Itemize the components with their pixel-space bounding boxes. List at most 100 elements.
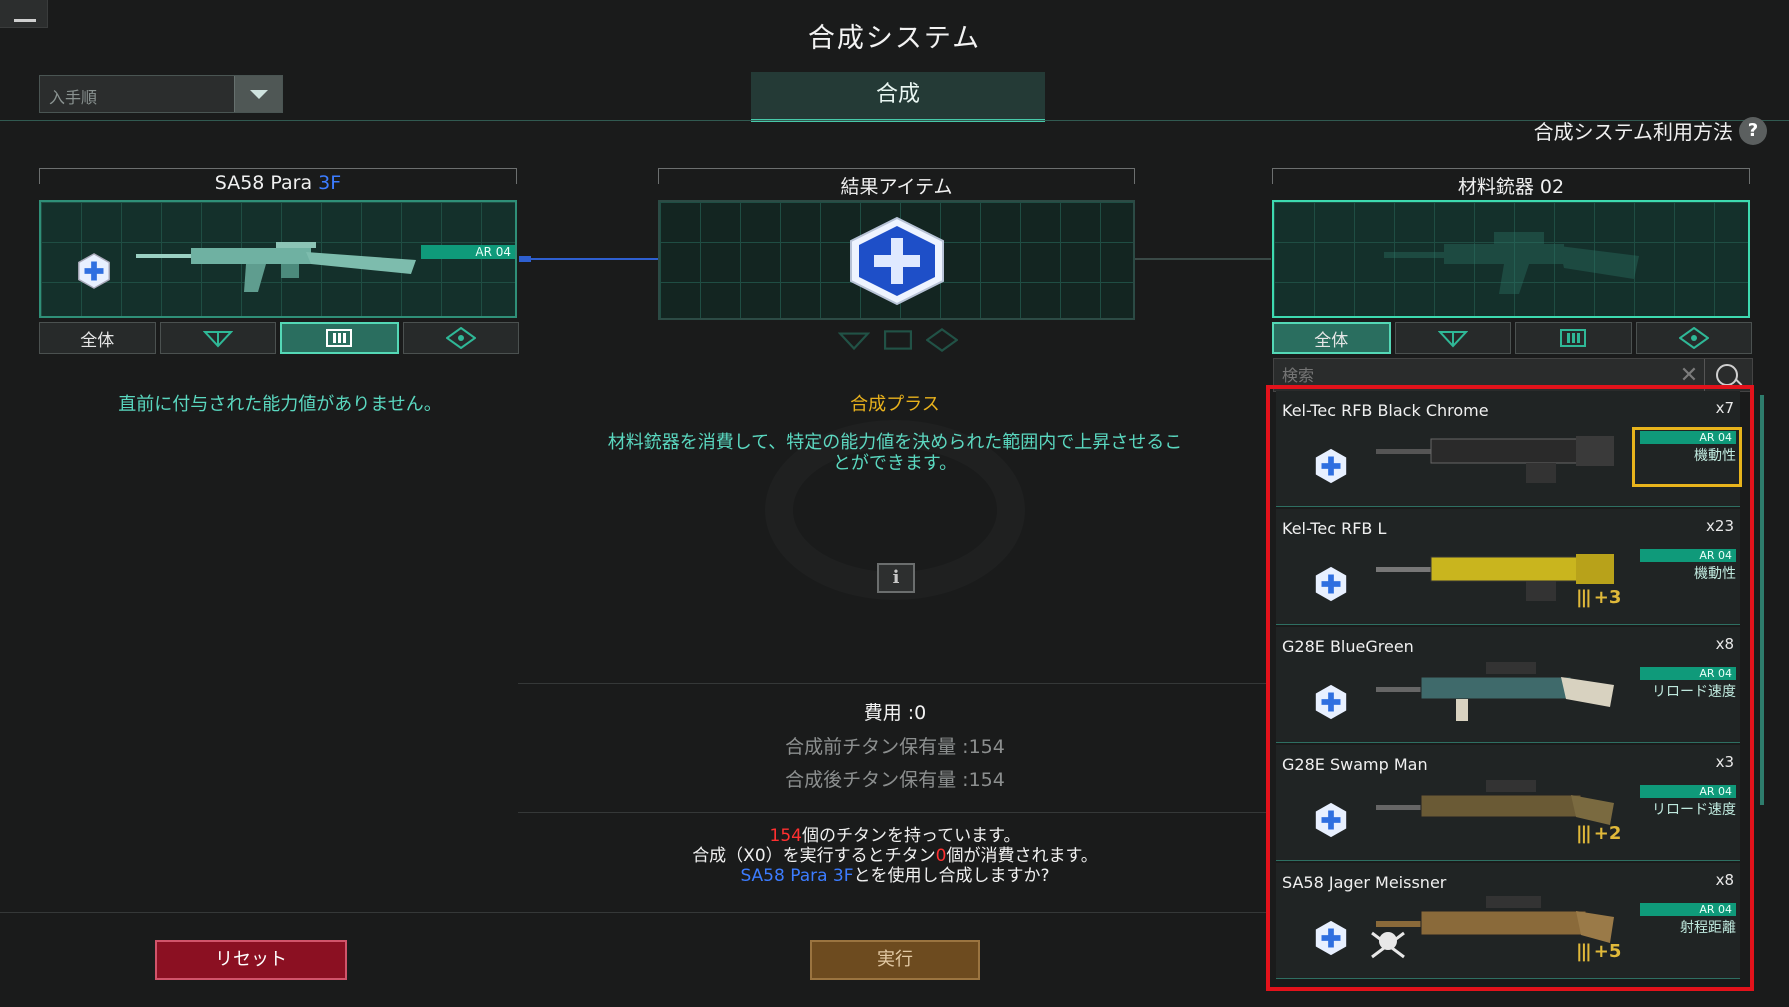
- base-tier-tag: AR 04: [421, 245, 515, 259]
- filter-ammo-material[interactable]: [1515, 322, 1632, 354]
- weapon-stat: リロード速度: [1652, 802, 1736, 818]
- ammo-icon: |||: [1576, 587, 1592, 608]
- plus-hex-icon[interactable]: [1312, 565, 1350, 603]
- scope-icon: [445, 327, 476, 349]
- result-slot: [658, 200, 1135, 320]
- weapon-name: Kel-Tec RFB L: [1282, 519, 1387, 538]
- info-icon[interactable]: i: [877, 563, 915, 593]
- weapon-tier-tag: AR 04: [1640, 549, 1736, 562]
- weapon-name: SA58 Jager Meissner: [1282, 873, 1447, 892]
- material-weapon-list[interactable]: Kel-Tec RFB Black Chrome x7 AR 04 機動性 Ke…: [1266, 385, 1754, 991]
- ammo-icon: [1560, 329, 1587, 347]
- plus-hex-icon[interactable]: [1312, 683, 1350, 721]
- filter-accuracy-material[interactable]: [1394, 322, 1511, 354]
- list-item[interactable]: G28E Swamp Man x3 AR 04 リロード速度 ||| +2: [1276, 745, 1740, 861]
- weapon-quantity: x8: [1715, 635, 1734, 653]
- base-slot-title: SA58 Para 3F: [39, 172, 517, 194]
- list-item[interactable]: Kel-Tec RFB L x23 AR 04 機動性 ||| +3: [1276, 509, 1740, 625]
- base-filter-row: 全体: [39, 322, 519, 354]
- plus-hex-icon[interactable]: [1312, 801, 1350, 839]
- reset-button[interactable]: リセット: [155, 940, 347, 980]
- list-item[interactable]: SA58 Jager Meissner x8 AR 04 射程距離 ||| +5: [1276, 863, 1740, 979]
- divider: [518, 683, 1270, 684]
- result-slot-title: 結果アイテム: [840, 176, 953, 198]
- divider: [518, 812, 1270, 813]
- base-slot[interactable]: AR 04: [39, 200, 517, 318]
- ammo-icon: |||: [1576, 941, 1592, 962]
- confirm-weapon-name: SA58 Para 3F: [740, 866, 854, 886]
- ammo-bonus: ||| +3: [1576, 587, 1621, 608]
- filter-scope[interactable]: [402, 322, 519, 354]
- ammo-icon: [884, 330, 912, 350]
- titan-after-label: 合成後チタン保有量 :154: [785, 769, 1005, 791]
- titan-before-label: 合成前チタン保有量 :154: [785, 736, 1005, 758]
- rifle-silhouette: [1384, 232, 1639, 294]
- list-item[interactable]: G28E BlueGreen x8 AR 04 リロード速度: [1276, 627, 1740, 743]
- filter-all[interactable]: 全体: [39, 322, 156, 354]
- filter-scope-material[interactable]: [1635, 322, 1752, 354]
- weapon-quantity: x3: [1715, 753, 1734, 771]
- filter-ammo[interactable]: [280, 322, 399, 354]
- crosshair-icon: [1437, 331, 1468, 348]
- ammo-bonus: ||| +5: [1576, 941, 1621, 962]
- sort-dropdown[interactable]: 入手順: [39, 75, 283, 113]
- material-slot[interactable]: [1272, 200, 1750, 318]
- ammo-bonus-value: +2: [1593, 823, 1622, 844]
- result-filter-icons: [828, 328, 968, 356]
- ammo-bonus-value: +3: [1593, 587, 1622, 608]
- weapon-name: G28E Swamp Man: [1282, 755, 1428, 774]
- filter-all-material[interactable]: 全体: [1272, 322, 1391, 354]
- scope-icon: [926, 328, 958, 352]
- stat-highlight: [1632, 427, 1742, 487]
- weapon-tier-tag: AR 04: [1640, 903, 1736, 916]
- plus-hex-icon[interactable]: [1312, 447, 1350, 485]
- no-previous-stat-message: 直前に付与された能力値がありません。: [118, 394, 442, 415]
- execute-button[interactable]: 実行: [810, 940, 980, 980]
- plus-hex-icon[interactable]: [75, 252, 113, 290]
- ammo-bonus: ||| +2: [1576, 823, 1621, 844]
- plus-hex-icon[interactable]: [1312, 919, 1350, 957]
- weapon-image: [1376, 662, 1614, 721]
- weapon-stat: リロード速度: [1652, 684, 1736, 700]
- ammo-bonus-value: +5: [1593, 941, 1622, 962]
- connector-line: [520, 258, 658, 260]
- sort-dropdown-value: 入手順: [49, 88, 98, 107]
- weapon-stat: 機動性: [1694, 566, 1736, 582]
- scope-icon: [1678, 327, 1709, 349]
- weapon-tier-tag: AR 04: [1640, 667, 1736, 680]
- help-label: 合成システム利用方法: [1533, 120, 1733, 144]
- synth-plus-title: 合成プラス: [850, 394, 940, 415]
- page-title: 合成システム: [807, 23, 982, 54]
- connector-node: [519, 256, 531, 262]
- weapon-quantity: x7: [1715, 399, 1734, 417]
- rifle-image: [136, 242, 416, 292]
- weapon-name: Kel-Tec RFB Black Chrome: [1282, 401, 1489, 420]
- tab-synthesis[interactable]: 合成: [751, 72, 1045, 122]
- footer-divider: [0, 912, 1270, 913]
- confirm-line-3-text: とを使用し合成しますか?: [853, 866, 1050, 886]
- weapon-quantity: x23: [1706, 517, 1734, 535]
- question-icon[interactable]: ?: [1739, 116, 1767, 145]
- cost-label: 費用 :0: [863, 702, 927, 724]
- confirm-line-3: SA58 Para 3Fとを使用し合成しますか?: [520, 861, 1270, 886]
- material-filter-row: 全体: [1272, 322, 1752, 354]
- list-item[interactable]: Kel-Tec RFB Black Chrome x7 AR 04 機動性: [1276, 391, 1742, 507]
- base-weapon-suffix: 3F: [318, 172, 342, 194]
- weapon-name: G28E BlueGreen: [1282, 637, 1414, 656]
- connector-line-right: [1135, 258, 1271, 260]
- material-slot-title: 材料銃器 02: [1457, 176, 1565, 198]
- ammo-icon: [326, 329, 353, 347]
- crosshair-icon: [838, 332, 870, 351]
- help-link[interactable]: 合成システム利用方法 ?: [1534, 116, 1767, 145]
- list-scrollbar[interactable]: [1760, 395, 1764, 805]
- weapon-stat: 射程距離: [1680, 920, 1736, 936]
- weapon-quantity: x8: [1715, 871, 1734, 889]
- chevron-down-icon[interactable]: [234, 76, 282, 112]
- filter-accuracy[interactable]: [159, 322, 276, 354]
- result-plus-icon: [850, 216, 944, 306]
- base-weapon-name: SA58 Para: [214, 172, 313, 194]
- header-divider: [0, 120, 1789, 121]
- crosshair-icon: [202, 331, 233, 348]
- ammo-icon: |||: [1576, 823, 1592, 844]
- weapon-tier-tag: AR 04: [1640, 785, 1736, 798]
